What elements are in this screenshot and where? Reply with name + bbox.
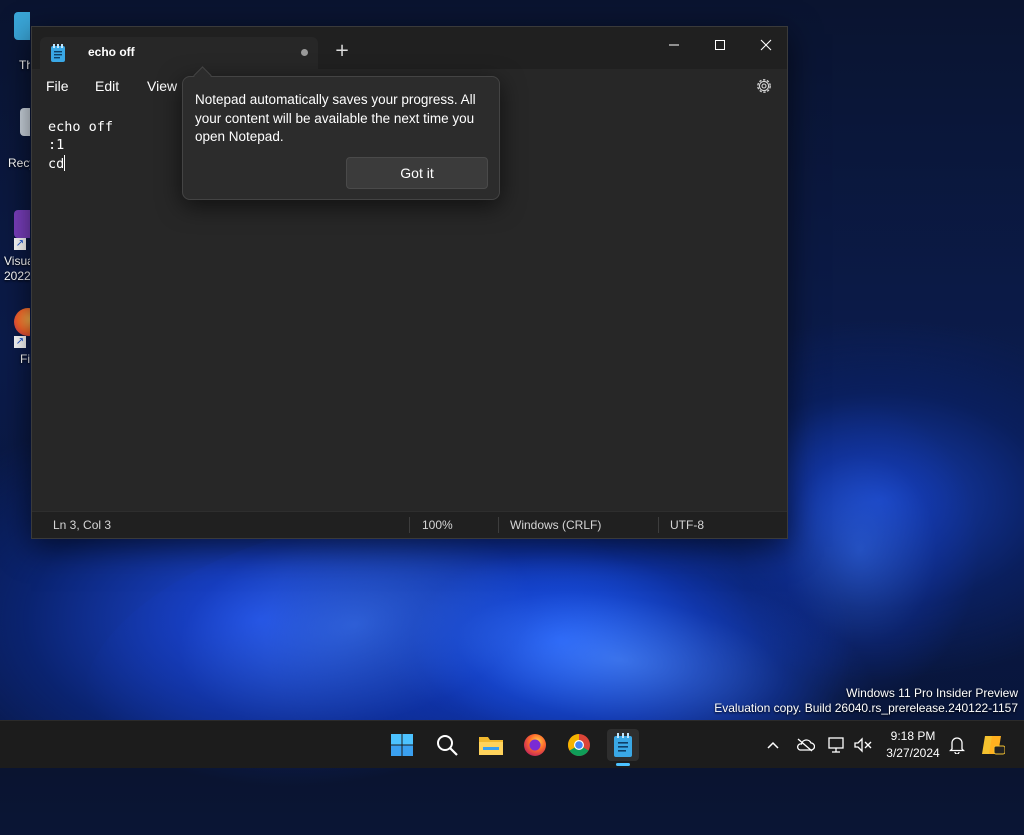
network-button[interactable] [826,734,848,756]
close-icon [760,39,772,51]
shortcut-arrow-icon: ↗ [14,238,26,250]
visual-studio-icon [14,210,30,238]
tab-title: echo off [88,45,135,59]
clock[interactable]: 9:18 PM 3/27/2024 [880,728,946,762]
desktop-icon-label: Recy [8,156,30,170]
status-encoding[interactable]: UTF-8 [670,518,704,532]
status-divider [498,517,499,533]
desktop-icon-recycle-bin[interactable]: Recy [0,104,30,174]
desktop-icon-label: Fi [20,352,30,366]
menu-file[interactable]: File [46,78,69,94]
search-button[interactable] [431,729,463,761]
gear-icon[interactable] [755,77,773,95]
chrome-button[interactable] [563,729,595,761]
text-caret [64,155,66,171]
clock-time: 9:18 PM [890,729,936,743]
shortcut-arrow-icon: ↗ [14,336,26,348]
menu-edit[interactable]: Edit [95,78,119,94]
start-icon [391,734,413,756]
status-line-ending[interactable]: Windows (CRLF) [510,518,601,532]
status-bar: Ln 3, Col 3 100% Windows (CRLF) UTF-8 [32,511,787,538]
desktop-icon-label: Th [19,58,30,72]
menu-view[interactable]: View [147,78,177,94]
status-position: Ln 3, Col 3 [53,518,112,532]
monitor-icon [14,12,30,40]
cloud-offline-icon [797,738,815,752]
status-divider [409,517,410,533]
notepad-icon [51,44,65,62]
watermark-line-1: Windows 11 Pro Insider Preview [846,686,1018,700]
autosave-teaching-tip: Notepad automatically saves your progres… [182,76,500,200]
notifications-button[interactable] [946,734,968,756]
close-button[interactable] [743,31,789,59]
firefox-icon [14,308,30,336]
active-app-indicator [616,763,630,766]
status-zoom[interactable]: 100% [422,518,453,532]
desktop-icon-label: 2022 [4,269,30,283]
volume-button[interactable] [852,734,874,756]
status-divider [658,517,659,533]
watermark-line-2: Evaluation copy. Build 26040.rs_prerelea… [714,701,1018,715]
new-tab-button[interactable]: + [332,41,352,61]
copilot-icon [982,736,1005,755]
firefox-button[interactable] [519,729,551,761]
chrome-icon [568,734,590,756]
maximize-button[interactable] [697,31,743,59]
chevron-up-icon [767,741,779,749]
notepad-taskbar-button[interactable] [607,729,639,761]
tab-echo-off[interactable]: echo off [40,37,318,69]
volume-muted-icon [854,737,872,753]
network-icon [828,737,844,753]
editor-line: echo off [48,119,114,135]
clock-date: 3/27/2024 [886,746,940,760]
desktop-icon-firefox[interactable]: ↗ Fi [0,306,30,376]
search-icon [437,735,458,756]
file-explorer-icon [479,737,503,755]
file-explorer-button[interactable] [475,729,507,761]
copilot-button[interactable] [980,734,1006,756]
editor-line: :1 [48,137,65,153]
taskbar: 9:18 PM 3/27/2024 [0,720,1024,768]
title-bar[interactable]: echo off + [32,27,787,69]
maximize-icon [715,40,725,50]
bell-icon [949,737,965,754]
recycle-bin-icon [20,108,30,136]
show-hidden-icons-button[interactable] [762,734,784,756]
got-it-button[interactable]: Got it [346,157,488,189]
firefox-icon [524,734,546,756]
onedrive-button[interactable] [794,734,816,756]
notepad-icon [614,733,632,757]
desktop-icon-this-pc[interactable]: Th [0,10,30,80]
editor-line-text: cd [48,156,65,172]
desktop-icon-label: Visua [4,254,30,268]
teaching-tip-message: Notepad automatically saves your progres… [195,92,476,144]
start-button[interactable] [386,729,418,761]
minimize-icon [669,44,679,46]
desktop-icon-visual-studio[interactable]: ↗ Visua 2022 [0,208,30,288]
minimize-button[interactable] [651,31,697,59]
editor-line-current: cd [48,155,66,172]
unsaved-indicator-icon [301,49,308,56]
